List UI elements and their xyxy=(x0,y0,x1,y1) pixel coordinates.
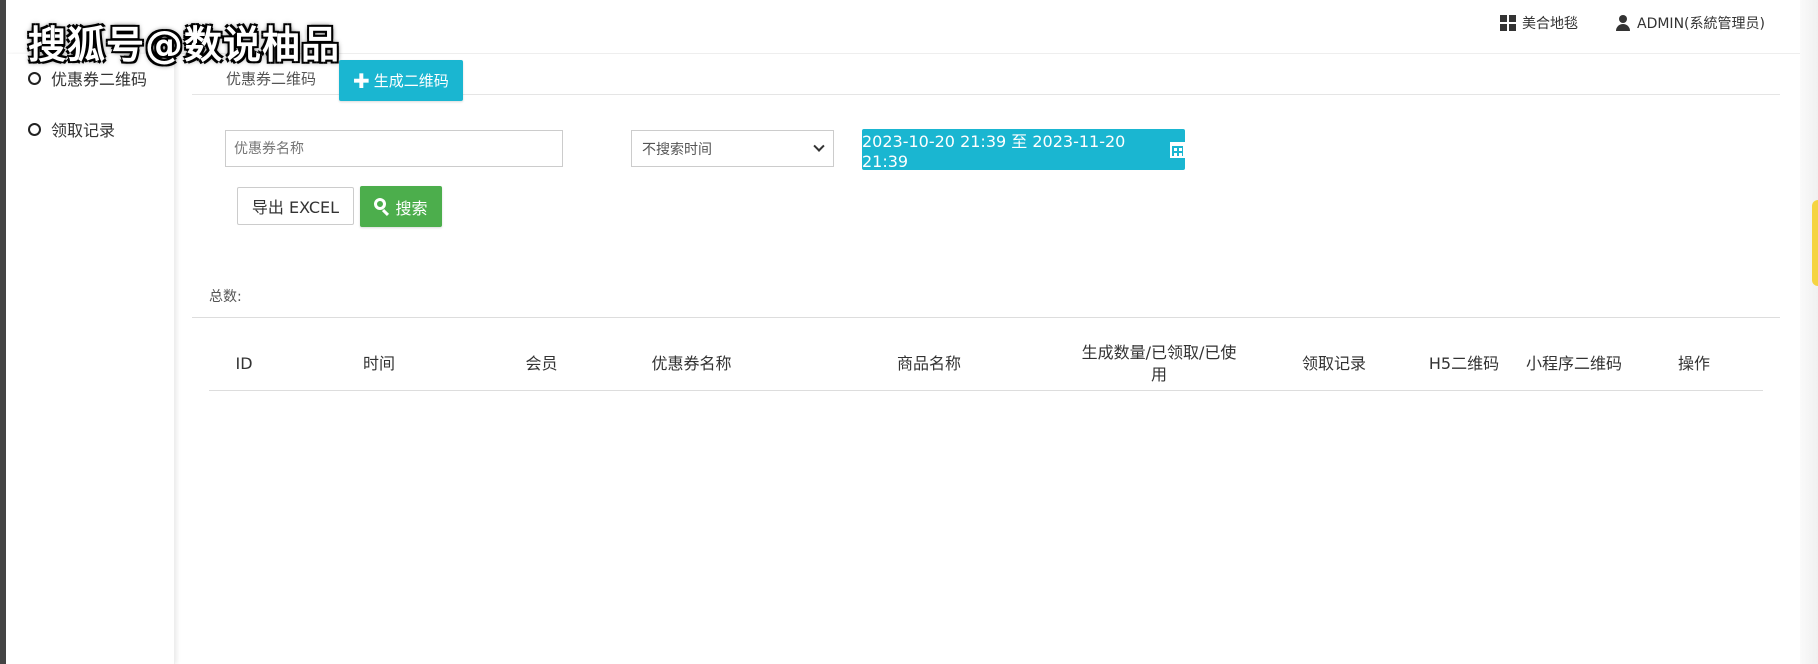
user-name: ADMIN(系統管理员) xyxy=(1637,16,1765,32)
search-label: 搜索 xyxy=(395,198,428,218)
table-header: ID 时间 会员 优惠券名称 商品名称 生成数量/已领取/已使用 领取记录 H5… xyxy=(209,338,1763,391)
export-excel-button[interactable]: 导出 EXCEL xyxy=(237,187,354,225)
right-scroll-strip xyxy=(1800,0,1818,664)
column-header-h5-qrcode: H5二维码 xyxy=(1428,354,1500,373)
date-range-button[interactable]: 2023-10-20 21:39 至 2023-11-20 21:39 xyxy=(862,129,1185,171)
floating-side-tab[interactable] xyxy=(1812,200,1818,286)
coupon-name-input[interactable] xyxy=(225,130,563,167)
sidebar-item-claim-records[interactable]: 领取记录 xyxy=(28,117,115,141)
calendar-icon xyxy=(1169,141,1185,158)
sidebar-item-label: 领取记录 xyxy=(51,121,116,140)
column-header-time: 时间 xyxy=(362,354,395,373)
plus-icon: ✚ xyxy=(353,68,370,93)
time-filter-value: 不搜索时间 xyxy=(642,141,712,158)
tab-bar: 优惠券二维码 ✚ 生成二维码 xyxy=(192,60,1780,101)
column-header-quantity: 生成数量/已领取/已使用 xyxy=(1081,343,1237,384)
circle-icon xyxy=(28,122,41,136)
user-icon xyxy=(1615,15,1631,31)
total-count-label: 总数: xyxy=(209,289,242,305)
column-header-coupon-name: 优惠券名称 xyxy=(651,354,732,373)
date-range-label: 2023-10-20 21:39 至 2023-11-20 21:39 xyxy=(862,132,1126,171)
generate-qrcode-button[interactable]: ✚ 生成二维码 xyxy=(339,60,463,101)
sidebar-item-label: 优惠券二维码 xyxy=(51,70,148,89)
sidebar-item-coupon-qrcode[interactable]: 优惠券二维码 xyxy=(28,66,147,90)
divider xyxy=(192,317,1780,318)
column-header-actions: 操作 xyxy=(1677,354,1710,373)
dashboard-grid-icon xyxy=(1500,15,1516,31)
circle-icon xyxy=(28,71,41,85)
chevron-down-icon xyxy=(813,140,825,152)
export-excel-label: 导出 EXCEL xyxy=(251,198,340,217)
top-header-bar: 美合地毯 ADMIN(系統管理员) xyxy=(175,0,1800,54)
sidebar: 优惠券二维码 领取记录 xyxy=(6,54,175,664)
column-header-miniprogram-qrcode: 小程序二维码 xyxy=(1525,354,1622,373)
search-icon xyxy=(374,198,391,217)
column-header-member: 会员 xyxy=(525,354,558,373)
column-header-claim-records: 领取记录 xyxy=(1301,354,1366,373)
column-header-id: ID xyxy=(235,354,253,373)
search-button[interactable]: 搜索 xyxy=(360,186,442,227)
user-menu[interactable]: ADMIN(系統管理员) xyxy=(1615,12,1765,34)
column-header-product-name: 商品名称 xyxy=(896,354,961,373)
store-switcher[interactable]: 美合地毯 xyxy=(1500,12,1578,34)
generate-qrcode-label: 生成二维码 xyxy=(373,72,449,90)
tab-coupon-qrcode[interactable]: 优惠券二维码 xyxy=(226,68,316,89)
store-name: 美合地毯 xyxy=(1522,16,1578,32)
time-filter-select[interactable]: 不搜索时间 xyxy=(631,130,834,167)
